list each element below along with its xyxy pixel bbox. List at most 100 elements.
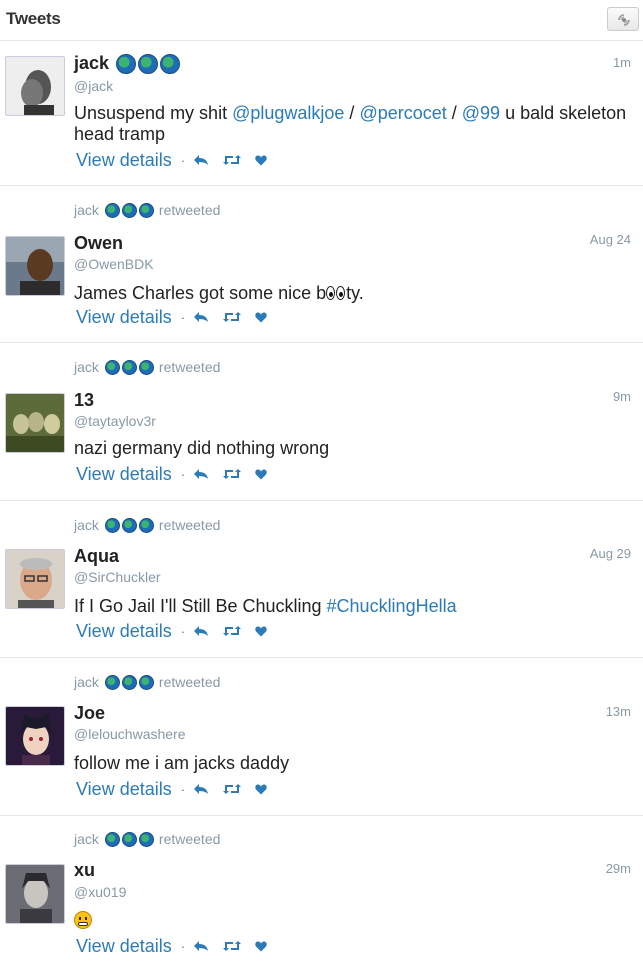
heart-icon[interactable] [255, 936, 267, 957]
globe-icon [104, 202, 120, 218]
tweet-item[interactable]: jack retweeted xu @xu019 29m View detail… [0, 816, 643, 974]
retweeted-label: retweeted [158, 359, 221, 375]
author-name[interactable]: xu [74, 860, 95, 881]
heart-icon[interactable] [255, 621, 267, 642]
author-name[interactable]: Owen [74, 233, 123, 254]
mention-link[interactable]: @99 [462, 103, 500, 123]
avatar[interactable] [5, 56, 65, 116]
author-handle[interactable]: @jack [74, 78, 113, 94]
heart-icon[interactable] [255, 307, 267, 328]
view-details-link[interactable]: View details [76, 936, 172, 957]
tweet-time[interactable]: 29m [606, 861, 631, 876]
tweet-actions: View details · [76, 150, 281, 171]
tweet-actions: View details · [76, 307, 281, 328]
avatar[interactable] [5, 393, 65, 453]
tweet-time[interactable]: Aug 24 [590, 232, 631, 247]
tweet-item[interactable]: jack retweeted Owen @OwenBDK Aug 24 Jame… [0, 186, 643, 343]
reply-icon[interactable] [193, 464, 209, 485]
separator: · [180, 310, 186, 325]
reply-icon[interactable] [193, 936, 209, 957]
author-name[interactable]: jack [74, 53, 109, 74]
author-name[interactable]: 13 [74, 390, 94, 411]
globe-icon [104, 674, 120, 690]
retweet-icon[interactable] [223, 936, 242, 957]
retweet-context: jack retweeted [74, 202, 220, 218]
view-details-link[interactable]: View details [76, 150, 172, 171]
retweet-icon[interactable] [223, 779, 242, 800]
reply-icon[interactable] [193, 621, 209, 642]
avatar[interactable] [5, 864, 65, 924]
view-details-link[interactable]: View details [76, 779, 172, 800]
author-handle[interactable]: @OwenBDK [74, 256, 154, 272]
author-row: jack [74, 53, 181, 74]
retweet-icon[interactable] [223, 150, 242, 171]
retweet-context: jack retweeted [74, 831, 220, 847]
avatar[interactable] [5, 706, 65, 766]
globe-icon [116, 53, 137, 74]
view-details-link[interactable]: View details [76, 307, 172, 328]
globe-icon [104, 517, 120, 533]
reply-icon[interactable] [193, 307, 209, 328]
author-handle[interactable]: @SirChuckler [74, 569, 161, 585]
tweet-text: Unsuspend my shit @plugwalkjoe / @percoc… [74, 103, 627, 144]
retweet-icon[interactable] [223, 307, 242, 328]
tweet-item[interactable]: jack retweeted Aqua @SirChuckler Aug 29 … [0, 501, 643, 658]
tweet-actions: View details · [76, 779, 281, 800]
retweeter-name[interactable]: jack [74, 831, 99, 847]
author-handle[interactable]: @taytaylov3r [74, 413, 156, 429]
separator: · [180, 939, 186, 954]
tweet-time[interactable]: 1m [613, 55, 631, 70]
retweeter-name[interactable]: jack [74, 202, 99, 218]
globe-icon [138, 359, 154, 375]
mention-link[interactable]: @percocet [359, 103, 446, 123]
hashtag-link[interactable]: #ChucklingHella [327, 596, 457, 616]
tweet-actions: View details · [76, 621, 281, 642]
mention-link[interactable]: @plugwalkjoe [232, 103, 344, 123]
reply-icon[interactable] [193, 779, 209, 800]
tweet-time[interactable]: 9m [613, 389, 631, 404]
author-row: Aqua [74, 546, 119, 567]
avatar[interactable] [5, 236, 65, 296]
author-handle[interactable]: @lelouchwashere [74, 726, 186, 742]
author-name[interactable]: Aqua [74, 546, 119, 567]
retweeter-name[interactable]: jack [74, 674, 99, 690]
globe-icon [121, 359, 137, 375]
retweeted-label: retweeted [158, 202, 221, 218]
view-details-link[interactable]: View details [76, 621, 172, 642]
reply-icon[interactable] [193, 150, 209, 171]
author-handle[interactable]: @xu019 [74, 884, 126, 900]
separator: · [180, 467, 186, 482]
tweet-item[interactable]: jack retweeted Joe @lelouchwashere 13m f… [0, 658, 643, 816]
heart-icon[interactable] [255, 150, 267, 171]
tweet-text: James Charles got some nice b ty. [74, 283, 364, 303]
tweet-text: nazi germany did nothing wrong [74, 438, 330, 458]
view-details-link[interactable]: View details [76, 464, 172, 485]
retweeter-name[interactable]: jack [74, 359, 99, 375]
author-row: Joe [74, 703, 105, 724]
globe-icon [138, 517, 154, 533]
tweet-text: If I Go Jail I'll Still Be Chuckling #Ch… [74, 596, 457, 616]
tweet-time[interactable]: 13m [606, 704, 631, 719]
globe-icon [121, 202, 137, 218]
tweet-item[interactable]: jack @jack 1m Unsuspend my shit @plugwal… [0, 41, 643, 186]
globe-icon [160, 53, 181, 74]
globe-icon [138, 674, 154, 690]
tweet-time[interactable]: Aug 29 [590, 546, 631, 561]
globe-icon [121, 831, 137, 847]
avatar[interactable] [5, 549, 65, 609]
author-name[interactable]: Joe [74, 703, 105, 724]
tweet-item[interactable]: jack retweeted 13 @taytaylov3r 9m nazi g… [0, 343, 643, 501]
heart-icon[interactable] [255, 464, 267, 485]
globe-icon [104, 831, 120, 847]
retweeter-name[interactable]: jack [74, 517, 99, 533]
tweet-text: follow me i am jacks daddy [74, 753, 290, 773]
heart-icon[interactable] [255, 779, 267, 800]
retweet-icon[interactable] [223, 621, 242, 642]
retweet-context: jack retweeted [74, 517, 220, 533]
retweet-icon[interactable] [223, 464, 242, 485]
tweet-actions: View details · [76, 464, 281, 485]
author-row: xu [74, 860, 95, 881]
refresh-button[interactable] [607, 7, 639, 31]
globe-icon [121, 517, 137, 533]
tweets-header: Tweets [0, 0, 643, 41]
